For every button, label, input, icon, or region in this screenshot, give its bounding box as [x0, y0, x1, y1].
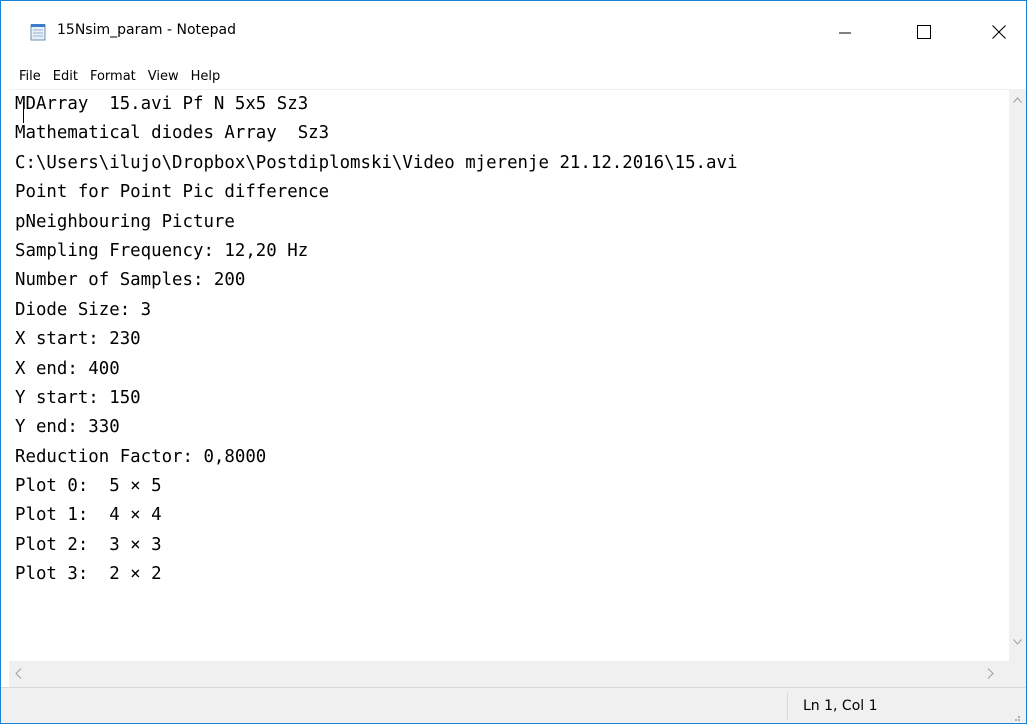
horizontal-scrollbar[interactable] — [9, 661, 1009, 687]
text-line: X end: 400 — [15, 358, 120, 379]
text-line: Y start: 150 — [15, 387, 141, 408]
scroll-up-icon[interactable] — [1013, 97, 1022, 103]
window-title: 15Nsim_param - Notepad — [57, 22, 236, 38]
text-line: Diode Size: 3 — [15, 299, 152, 320]
maximize-button[interactable] — [901, 1, 947, 63]
vertical-scrollbar[interactable] — [1009, 89, 1026, 661]
maximize-icon — [917, 25, 931, 39]
text-caret — [23, 102, 24, 123]
notepad-window: 15Nsim_param - Notepad File Edit Format … — [0, 0, 1027, 724]
text-line: X start: 230 — [15, 329, 141, 350]
minimize-icon — [839, 32, 851, 34]
menu-format[interactable]: Format — [84, 69, 142, 84]
resize-grip-icon[interactable] — [1011, 712, 1021, 722]
menu-help[interactable]: Help — [185, 69, 227, 84]
text-line: Plot 1: 4 × 4 — [15, 505, 162, 526]
menu-file[interactable]: File — [13, 69, 47, 84]
text-line: Mathematical diodes Array Sz3 — [15, 123, 330, 144]
menu-edit[interactable]: Edit — [47, 69, 84, 84]
text-line: Sampling Frequency: 12,20 Hz — [15, 240, 309, 261]
scroll-down-icon[interactable] — [1013, 639, 1022, 645]
close-icon — [992, 25, 1006, 39]
scroll-left-icon[interactable] — [15, 668, 22, 679]
text-line: Plot 2: 3 × 3 — [15, 534, 162, 555]
text-line: Plot 3: 2 × 2 — [15, 564, 162, 585]
close-button[interactable] — [976, 1, 1022, 63]
notepad-icon — [30, 24, 46, 41]
text-line: MDArray 15.avi Pf N 5x5 Sz3 — [15, 94, 309, 114]
text-line: Point for Point Pic difference — [15, 182, 330, 203]
text-line: Plot 0: 5 × 5 — [15, 476, 162, 497]
status-bar: Ln 1, Col 1 — [1, 687, 1026, 723]
cursor-position: Ln 1, Col 1 — [803, 698, 878, 714]
menu-view[interactable]: View — [142, 69, 185, 84]
text-line: Reduction Factor: 0,8000 — [15, 446, 267, 467]
text-line: Number of Samples: 200 — [15, 270, 246, 291]
scroll-right-icon[interactable] — [987, 668, 994, 679]
text-line: pNeighbouring Picture — [15, 211, 235, 232]
minimize-button[interactable] — [822, 1, 868, 63]
text-line: C:\Users\ilujo\Dropbox\Postdiplomski\Vid… — [15, 152, 738, 173]
status-separator — [787, 692, 788, 720]
text-line: Y end: 330 — [15, 417, 120, 438]
text-editor[interactable]: MDArray 15.avi Pf N 5x5 Sz3 Mathematical… — [9, 89, 1009, 661]
title-bar[interactable]: 15Nsim_param - Notepad — [1, 1, 1026, 63]
menu-bar: File Edit Format View Help — [1, 63, 1026, 89]
scrollbar-corner — [1009, 661, 1026, 687]
